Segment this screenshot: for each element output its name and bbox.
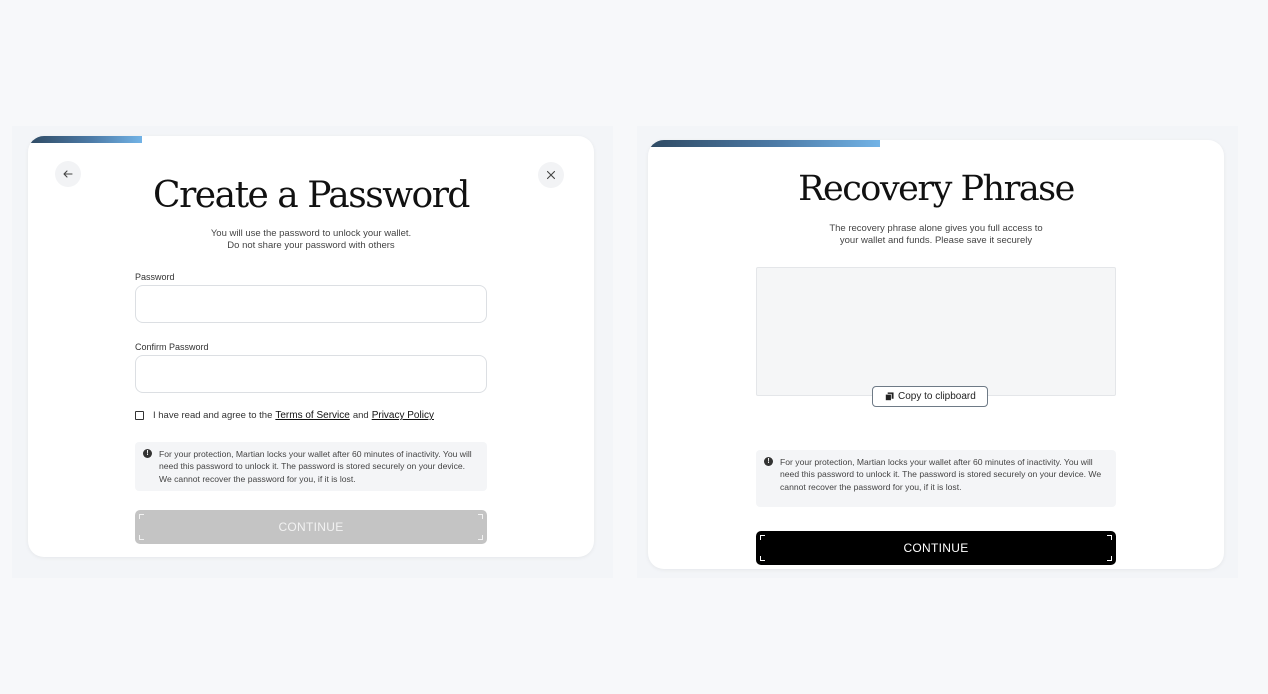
security-info-box: ! For your protection, Martian locks you… xyxy=(135,442,487,491)
info-icon: ! xyxy=(143,449,152,458)
security-info-text: For your protection, Martian locks your … xyxy=(159,449,472,484)
subtitle-line-1: The recovery phrase alone gives you full… xyxy=(829,223,1043,234)
subtitle-line-2: your wallet and funds. Please save it se… xyxy=(839,235,1033,246)
progress-fill xyxy=(648,140,880,147)
subtitle-line-1: You will use the password to unlock your… xyxy=(210,228,412,239)
create-password-panel: Create a Password You will use the passw… xyxy=(12,126,613,578)
confirm-password-label: Confirm Password xyxy=(135,342,209,352)
create-password-card: Create a Password You will use the passw… xyxy=(28,136,594,557)
agree-checkbox[interactable] xyxy=(135,411,144,420)
copy-icon xyxy=(885,392,894,401)
password-input[interactable] xyxy=(135,285,487,323)
progress-fill xyxy=(28,136,142,143)
copy-label: Copy to clipboard xyxy=(898,391,976,402)
privacy-policy-link[interactable]: Privacy Policy xyxy=(372,410,434,421)
continue-label: CONTINUE xyxy=(278,520,344,534)
subtitle-line-2: Do not share your password with others xyxy=(227,240,395,251)
recovery-phrase-panel: Recovery Phrase The recovery phrase alon… xyxy=(637,126,1238,578)
progress-bar xyxy=(648,140,1224,147)
continue-button[interactable]: CONTINUE xyxy=(135,510,487,544)
continue-label: CONTINUE xyxy=(903,541,969,555)
page-title: Create a Password xyxy=(153,175,470,216)
page-subtitle: You will use the password to unlock your… xyxy=(28,228,594,252)
recovery-phrase-card: Recovery Phrase The recovery phrase alon… xyxy=(648,140,1224,569)
progress-bar xyxy=(28,136,594,143)
page-subtitle: The recovery phrase alone gives you full… xyxy=(648,223,1224,247)
confirm-password-input[interactable] xyxy=(135,355,487,393)
security-info-box: ! For your protection, Martian locks you… xyxy=(756,450,1116,507)
password-label: Password xyxy=(135,272,175,282)
agree-text: I have read and agree to the xyxy=(153,410,273,421)
terms-agreement: I have read and agree to the Terms of Se… xyxy=(135,410,437,421)
and-text: and xyxy=(352,410,369,421)
page-title: Recovery Phrase xyxy=(798,169,1075,209)
continue-button[interactable]: CONTINUE xyxy=(756,531,1116,565)
recovery-phrase-box xyxy=(756,267,1116,396)
info-icon: ! xyxy=(764,457,773,466)
terms-of-service-link[interactable]: Terms of Service xyxy=(275,410,349,421)
security-info-text: For your protection, Martian locks your … xyxy=(780,457,1102,492)
copy-to-clipboard-button[interactable]: Copy to clipboard xyxy=(872,386,988,407)
